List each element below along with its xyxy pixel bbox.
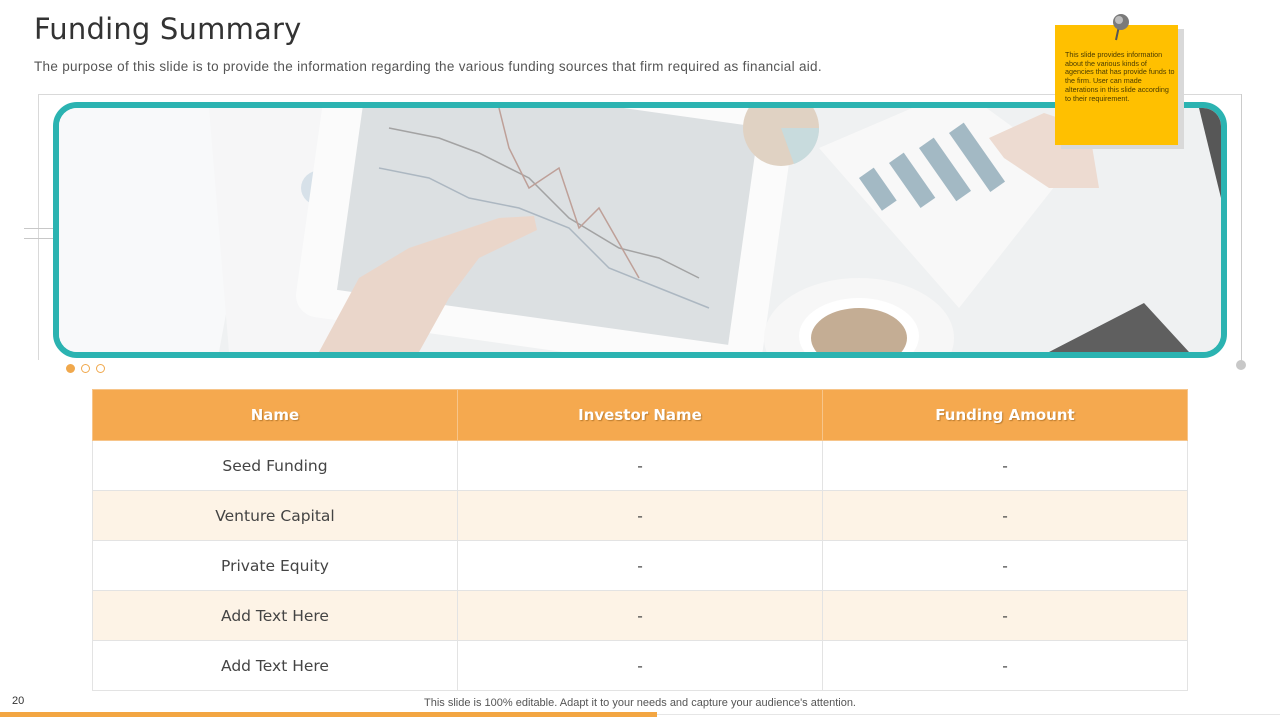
cell-name: Private Equity (92, 540, 458, 591)
sticky-note-text: This slide provides information about th… (1065, 50, 1175, 103)
hero-image-illustration (59, 108, 1221, 352)
table-row: Seed Funding - - (92, 440, 1188, 491)
table-row: Add Text Here - - (92, 640, 1188, 691)
table-row: Private Equity - - (92, 540, 1188, 591)
decorative-side-lines (24, 228, 54, 240)
cell-investor-name: - (457, 440, 823, 491)
cell-funding-amount: - (822, 590, 1188, 641)
table-row: Venture Capital - - (92, 490, 1188, 541)
cell-investor-name: - (457, 540, 823, 591)
slide-title: Funding Summary (34, 12, 302, 46)
cell-funding-amount: - (822, 640, 1188, 691)
header-funding-amount: Funding Amount (822, 389, 1188, 441)
pushpin-icon (1113, 14, 1129, 41)
cell-investor-name: - (457, 640, 823, 691)
cell-funding-amount: - (822, 440, 1188, 491)
cell-funding-amount: - (822, 540, 1188, 591)
decorative-drop-dot (1236, 360, 1246, 370)
cell-name: Venture Capital (92, 490, 458, 541)
carousel-dot-1[interactable] (66, 364, 75, 373)
funding-table: Name Investor Name Funding Amount Seed F… (92, 389, 1188, 691)
cell-investor-name: - (457, 490, 823, 541)
cell-name: Add Text Here (92, 640, 458, 691)
footer-progress-bar (0, 712, 657, 717)
table-header-row: Name Investor Name Funding Amount (92, 389, 1188, 441)
cell-funding-amount: - (822, 490, 1188, 541)
slide-subtitle: The purpose of this slide is to provide … (34, 59, 822, 74)
header-name: Name (92, 389, 458, 441)
hero-image (53, 102, 1227, 358)
table-row: Add Text Here - - (92, 590, 1188, 641)
header-investor-name: Investor Name (457, 389, 823, 441)
carousel-dot-2[interactable] (81, 364, 90, 373)
decorative-drop-line (1241, 94, 1242, 362)
carousel-indicator (66, 364, 105, 373)
sticky-note: This slide provides information about th… (1055, 25, 1178, 145)
carousel-dot-3[interactable] (96, 364, 105, 373)
cell-investor-name: - (457, 590, 823, 641)
footer-text: This slide is 100% editable. Adapt it to… (424, 697, 856, 709)
cell-name: Add Text Here (92, 590, 458, 641)
cell-name: Seed Funding (92, 440, 458, 491)
